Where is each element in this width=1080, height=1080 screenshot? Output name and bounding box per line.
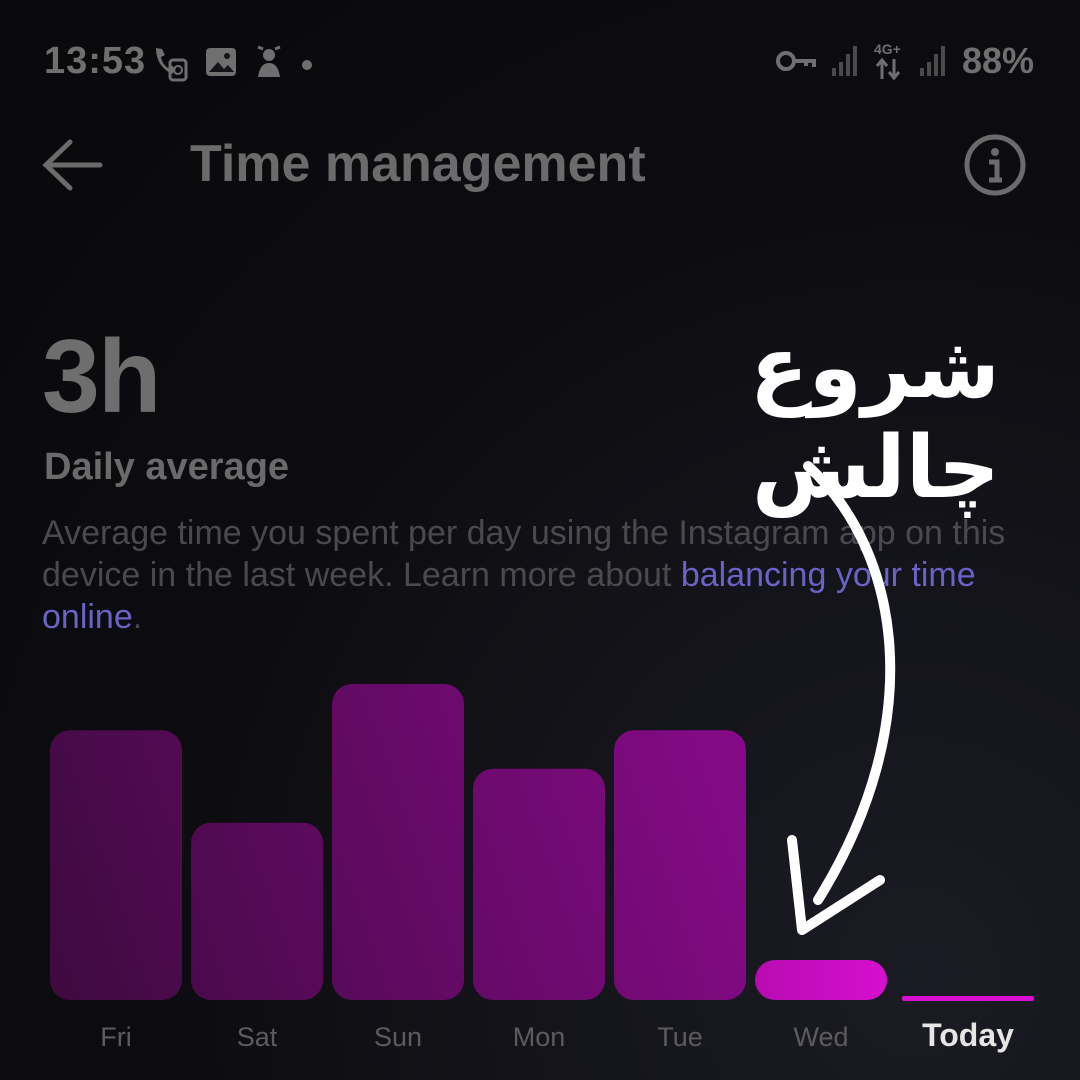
bar-wed[interactable] (755, 960, 887, 1000)
tick-label-tue: Tue (657, 1022, 703, 1052)
bar-sat[interactable] (191, 822, 323, 1000)
tick-label-sat: Sat (237, 1022, 278, 1052)
challenge-start-annotation: شروع چالش (749, 318, 1000, 518)
tick-label-today: Today (922, 1017, 1014, 1053)
usage-bar-chart: Fri Sat Sun Mon Tue Wed Today (50, 684, 1034, 1053)
tick-label-mon: Mon (513, 1022, 566, 1052)
screen: 13:53 4G+ 88% Time management 3h Daily a… (0, 0, 1080, 1080)
bar-today[interactable] (902, 996, 1034, 1001)
tick-label-sun: Sun (374, 1022, 422, 1052)
tick-label-wed: Wed (793, 1022, 848, 1052)
bar-tue[interactable] (614, 730, 746, 1000)
bar-sun[interactable] (332, 684, 464, 1000)
bar-fri[interactable] (50, 730, 182, 1000)
tick-label-fri: Fri (100, 1022, 131, 1052)
bar-mon[interactable] (473, 768, 605, 1000)
